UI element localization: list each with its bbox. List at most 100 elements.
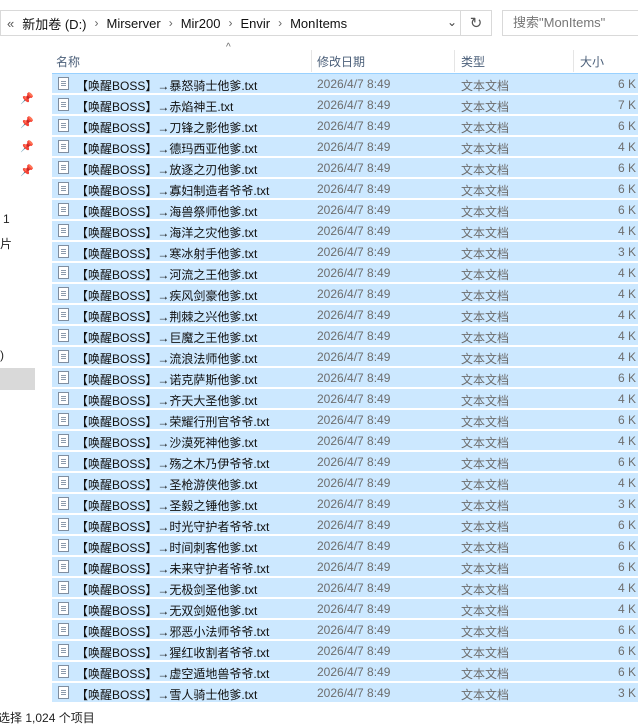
nav-selected-item[interactable]: [0, 368, 35, 390]
file-name[interactable]: 【唤醒BOSS】→圣枪游侠他爹.txt: [76, 476, 257, 493]
file-name[interactable]: 【唤醒BOSS】→刀锋之影他爹.txt: [76, 119, 257, 136]
file-name[interactable]: 【唤醒BOSS】→海洋之灾他爹.txt: [76, 224, 257, 241]
file-row[interactable]: 【唤醒BOSS】→巨魔之王他爹.txt 2026/4/7 8:49 文本文档 4 K: [52, 325, 638, 345]
file-row[interactable]: 【唤醒BOSS】→暴怒骑士他爹.txt 2026/4/7 8:49 文本文档 6 K: [52, 73, 638, 93]
text-file-icon: [58, 392, 69, 405]
file-name[interactable]: 【唤醒BOSS】→荆棘之兴他爹.txt: [76, 308, 257, 325]
file-name[interactable]: 【唤醒BOSS】→沙漠死神他爹.txt: [76, 434, 257, 451]
file-name[interactable]: 【唤醒BOSS】→寡妇制造者爷爷.txt: [76, 182, 269, 199]
file-name[interactable]: 【唤醒BOSS】→邪恶小法师爷爷.txt: [76, 623, 269, 640]
file-type: 文本文档: [461, 604, 510, 618]
file-name[interactable]: 【唤醒BOSS】→虚空遁地兽爷爷.txt: [76, 665, 269, 682]
file-row[interactable]: 【唤醒BOSS】→邪恶小法师爷爷.txt 2026/4/7 8:49 文本文档 6 K: [52, 619, 638, 639]
file-row[interactable]: 【唤醒BOSS】→齐天大圣他爹.txt 2026/4/7 8:49 文本文档 4 K: [52, 388, 638, 408]
column-date[interactable]: 修改日期: [317, 53, 365, 70]
file-row[interactable]: 【唤醒BOSS】→时光守护者爷爷.txt 2026/4/7 8:49 文本文档 6 K: [52, 514, 638, 534]
file-name[interactable]: 【唤醒BOSS】→殇之木乃伊爷爷.txt: [76, 455, 269, 472]
column-type[interactable]: 类型: [461, 53, 485, 70]
file-name[interactable]: 【唤醒BOSS】→时光守护者爷爷.txt: [76, 518, 269, 535]
sort-ascending-icon: ^: [226, 42, 231, 53]
file-row[interactable]: 【唤醒BOSS】→赤焰神王.txt 2026/4/7 8:49 文本文档 7 K: [52, 94, 638, 114]
text-file-icon: [58, 518, 69, 531]
file-name[interactable]: 【唤醒BOSS】→雪人骑士他爹.txt: [76, 686, 257, 703]
breadcrumb-envir[interactable]: Envir: [240, 16, 270, 31]
file-name[interactable]: 【唤醒BOSS】→赤焰神王.txt: [76, 98, 233, 115]
file-row[interactable]: 【唤醒BOSS】→雪人骑士他爹.txt 2026/4/7 8:49 文本文档 3 K: [52, 682, 638, 702]
column-name[interactable]: 名称: [56, 53, 80, 70]
file-size: 6 K: [618, 413, 637, 427]
file-row[interactable]: 【唤醒BOSS】→放逐之刃他爹.txt 2026/4/7 8:49 文本文档 6 K: [52, 157, 638, 177]
nav-item-3[interactable]: ): [0, 348, 4, 362]
file-row[interactable]: 【唤醒BOSS】→寡妇制造者爷爷.txt 2026/4/7 8:49 文本文档 6 K: [52, 178, 638, 198]
search-input[interactable]: 搜索"MonItems": [502, 10, 638, 36]
file-row[interactable]: 【唤醒BOSS】→海洋之灾他爹.txt 2026/4/7 8:49 文本文档 4 K: [52, 220, 638, 240]
file-row[interactable]: 【唤醒BOSS】→虚空遁地兽爷爷.txt 2026/4/7 8:49 文本文档 6 K: [52, 661, 638, 681]
file-row[interactable]: 【唤醒BOSS】→德玛西亚他爹.txt 2026/4/7 8:49 文本文档 4 K: [52, 136, 638, 156]
pin-icon[interactable]: 📌: [20, 92, 34, 105]
breadcrumb-drive[interactable]: 新加卷 (D:): [22, 14, 86, 33]
refresh-button[interactable]: ↻: [460, 11, 491, 35]
file-row[interactable]: 【唤醒BOSS】→未来守护者爷爷.txt 2026/4/7 8:49 文本文档 6 K: [52, 556, 638, 576]
file-name[interactable]: 【唤醒BOSS】→河流之王他爹.txt: [76, 266, 257, 283]
file-row[interactable]: 【唤醒BOSS】→圣毅之锤他爹.txt 2026/4/7 8:49 文本文档 3 K: [52, 493, 638, 513]
pin-icon[interactable]: 📌: [20, 116, 34, 129]
file-name[interactable]: 【唤醒BOSS】→流浪法师他爹.txt: [76, 350, 257, 367]
file-row[interactable]: 【唤醒BOSS】→无双剑姬他爹.txt 2026/4/7 8:49 文本文档 4 K: [52, 598, 638, 618]
file-name[interactable]: 【唤醒BOSS】→未来守护者爷爷.txt: [76, 560, 269, 577]
text-file-icon: [58, 371, 69, 384]
file-row[interactable]: 【唤醒BOSS】→刀锋之影他爹.txt 2026/4/7 8:49 文本文档 6 K: [52, 115, 638, 135]
file-row[interactable]: 【唤醒BOSS】→无极剑圣他爹.txt 2026/4/7 8:49 文本文档 4 K: [52, 577, 638, 597]
file-row[interactable]: 【唤醒BOSS】→寒冰射手他爹.txt 2026/4/7 8:49 文本文档 3 K: [52, 241, 638, 261]
file-name[interactable]: 【唤醒BOSS】→无极剑圣他爹.txt: [76, 581, 257, 598]
file-row[interactable]: 【唤醒BOSS】→海兽祭师他爹.txt 2026/4/7 8:49 文本文档 6 K: [52, 199, 638, 219]
breadcrumb-separator-icon: ›: [278, 16, 283, 30]
file-name[interactable]: 【唤醒BOSS】→寒冰射手他爹.txt: [76, 245, 257, 262]
breadcrumb-mir200[interactable]: Mir200: [181, 16, 221, 31]
column-divider[interactable]: [454, 50, 455, 72]
breadcrumb[interactable]: « 新加卷 (D:) › Mirserver › Mir200 › Envir …: [0, 10, 492, 36]
file-row[interactable]: 【唤醒BOSS】→荣耀行刑官爷爷.txt 2026/4/7 8:49 文本文档 6 K: [52, 409, 638, 429]
back-chevron-icon[interactable]: «: [7, 16, 14, 31]
file-row[interactable]: 【唤醒BOSS】→圣枪游侠他爹.txt 2026/4/7 8:49 文本文档 4 K: [52, 472, 638, 492]
file-name[interactable]: 【唤醒BOSS】→时间刺客他爹.txt: [76, 539, 257, 556]
nav-item-1[interactable]: 1: [3, 212, 10, 226]
file-row[interactable]: 【唤醒BOSS】→殇之木乃伊爷爷.txt 2026/4/7 8:49 文本文档 6 K: [52, 451, 638, 471]
file-name[interactable]: 【唤醒BOSS】→荣耀行刑官爷爷.txt: [76, 413, 269, 430]
breadcrumb-monitems[interactable]: MonItems: [290, 16, 347, 31]
file-type: 文本文档: [461, 646, 510, 660]
file-name[interactable]: 【唤醒BOSS】→巨魔之王他爹.txt: [76, 329, 257, 346]
column-divider[interactable]: [311, 50, 312, 72]
file-name[interactable]: 【唤醒BOSS】→圣毅之锤他爹.txt: [76, 497, 257, 514]
breadcrumb-mirserver[interactable]: Mirserver: [107, 16, 161, 31]
file-name[interactable]: 【唤醒BOSS】→诺克萨斯他爹.txt: [76, 371, 257, 388]
file-date: 2026/4/7 8:49: [317, 203, 391, 217]
breadcrumb-separator-icon: ›: [228, 16, 233, 30]
nav-item-photos[interactable]: 照片: [0, 235, 12, 252]
column-divider[interactable]: [573, 50, 574, 72]
file-name[interactable]: 【唤醒BOSS】→放逐之刃他爹.txt: [76, 161, 257, 178]
file-date: 2026/4/7 8:49: [317, 434, 391, 448]
chevron-down-icon[interactable]: ⌄: [447, 15, 457, 29]
file-date: 2026/4/7 8:49: [317, 413, 391, 427]
file-row[interactable]: 【唤醒BOSS】→河流之王他爹.txt 2026/4/7 8:49 文本文档 4 K: [52, 262, 638, 282]
file-row[interactable]: 【唤醒BOSS】→猩红收割者爷爷.txt 2026/4/7 8:49 文本文档 6 K: [52, 640, 638, 660]
file-row[interactable]: 【唤醒BOSS】→时间刺客他爹.txt 2026/4/7 8:49 文本文档 6 K: [52, 535, 638, 555]
file-row[interactable]: 【唤醒BOSS】→荆棘之兴他爹.txt 2026/4/7 8:49 文本文档 4 K: [52, 304, 638, 324]
column-size[interactable]: 大小: [580, 53, 604, 70]
file-name[interactable]: 【唤醒BOSS】→齐天大圣他爹.txt: [76, 392, 257, 409]
file-name[interactable]: 【唤醒BOSS】→猩红收割者爷爷.txt: [76, 644, 269, 661]
file-name[interactable]: 【唤醒BOSS】→疾风剑豪他爹.txt: [76, 287, 257, 304]
file-row[interactable]: 【唤醒BOSS】→流浪法师他爹.txt 2026/4/7 8:49 文本文档 4 K: [52, 346, 638, 366]
file-row[interactable]: 【唤醒BOSS】→疾风剑豪他爹.txt 2026/4/7 8:49 文本文档 4 K: [52, 283, 638, 303]
file-name[interactable]: 【唤醒BOSS】→德玛西亚他爹.txt: [76, 140, 257, 157]
file-row[interactable]: 【唤醒BOSS】→沙漠死神他爹.txt 2026/4/7 8:49 文本文档 4 K: [52, 430, 638, 450]
pin-icon[interactable]: 📌: [20, 140, 34, 153]
file-name[interactable]: 【唤醒BOSS】→暴怒骑士他爹.txt: [76, 77, 257, 94]
file-size: 4 K: [618, 308, 637, 322]
file-name[interactable]: 【唤醒BOSS】→海兽祭师他爹.txt: [76, 203, 257, 220]
pin-icon[interactable]: 📌: [20, 164, 34, 177]
file-name[interactable]: 【唤醒BOSS】→无双剑姬他爹.txt: [76, 602, 257, 619]
file-date: 2026/4/7 8:49: [317, 329, 391, 343]
file-date: 2026/4/7 8:49: [317, 287, 391, 301]
file-row[interactable]: 【唤醒BOSS】→诺克萨斯他爹.txt 2026/4/7 8:49 文本文档 6 K: [52, 367, 638, 387]
